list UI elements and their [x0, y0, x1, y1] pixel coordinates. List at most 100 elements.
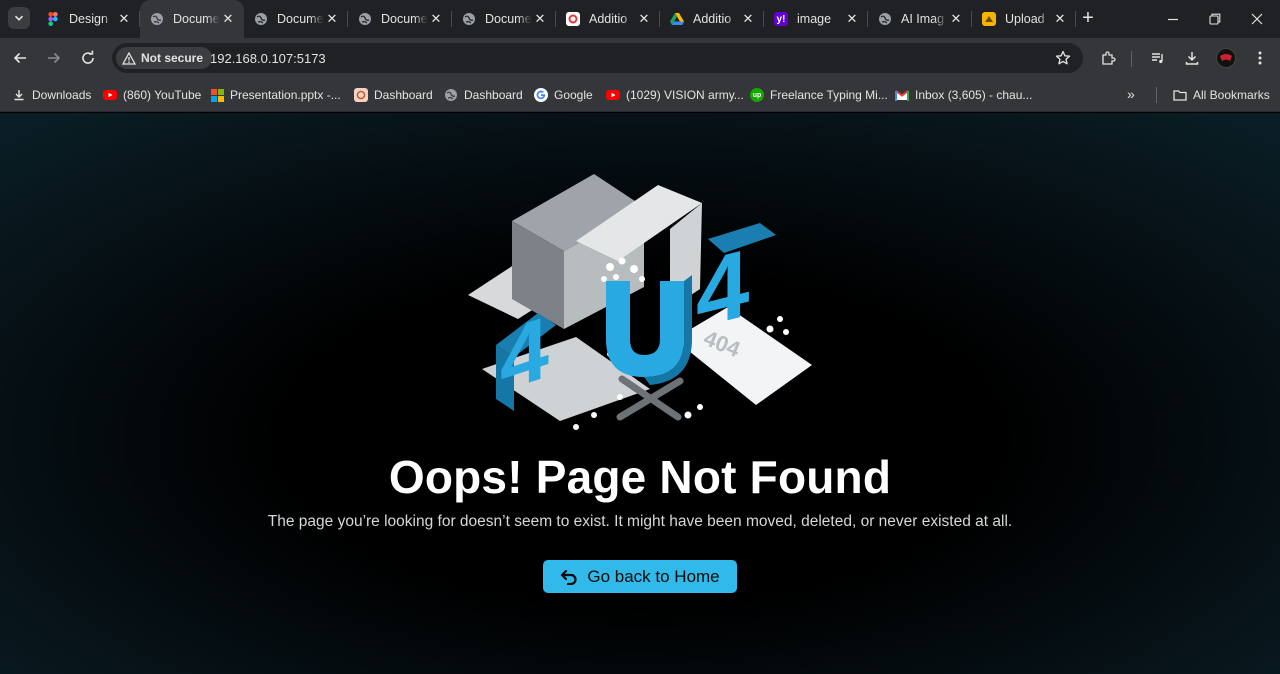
globe-icon [462, 12, 476, 26]
return-arrow-icon [561, 569, 577, 585]
close-icon[interactable]: ✕ [948, 11, 964, 27]
close-icon[interactable]: ✕ [220, 11, 236, 27]
forward-button[interactable] [42, 46, 66, 70]
bookmarks-bar: Downloads (860) YouTube Presentation.ppt… [0, 78, 1280, 112]
bookmark-google[interactable]: Google [534, 86, 593, 104]
digit-4-left-text: 4 [500, 297, 549, 411]
bookmark-freelance[interactable]: up Freelance Typing Mi... [750, 86, 888, 104]
address-bar[interactable]: Not secure 192.168.0.107:5173 [112, 43, 1083, 73]
bookmark-star-button[interactable] [1055, 50, 1071, 71]
tab-document[interactable]: Document ✕ [348, 0, 452, 38]
bookmark-vision-army[interactable]: (1029) VISION army... [606, 86, 744, 104]
tab-separator [1075, 11, 1076, 27]
new-tab-button[interactable]: + [1078, 8, 1098, 28]
dashboard-app-icon [354, 88, 368, 102]
reload-icon [82, 50, 94, 64]
all-bookmarks-label: All Bookmarks [1193, 88, 1270, 102]
tab-image-yahoo[interactable]: y! image ✕ [764, 0, 868, 38]
tab-title: Document [381, 12, 428, 26]
bookmark-dashboard[interactable]: Dashboard [444, 86, 523, 104]
more-vertical-icon [1258, 51, 1262, 65]
close-icon[interactable]: ✕ [1052, 11, 1068, 27]
tab-title: Document [173, 12, 220, 26]
tab-title: AI Imag [901, 12, 945, 26]
restore-button[interactable] [1194, 0, 1236, 38]
tab-ai-image[interactable]: AI Imag ✕ [868, 0, 972, 38]
chevron-down-icon [14, 15, 24, 21]
app-icon [566, 12, 580, 26]
close-icon[interactable]: ✕ [844, 11, 860, 27]
bookmarks-overflow-button[interactable]: » [1127, 86, 1135, 102]
puzzle-icon [1102, 51, 1116, 65]
security-label: Not secure [141, 51, 204, 65]
toolbar-divider [1131, 51, 1132, 67]
close-icon[interactable]: ✕ [740, 11, 756, 27]
bookmark-youtube[interactable]: (860) YouTube [103, 86, 201, 104]
playlist-icon [1152, 53, 1163, 64]
bookmark-label: (860) YouTube [123, 88, 202, 102]
bookmark-label: Presentation.pptx -... [230, 88, 341, 102]
download-icon [12, 88, 26, 102]
media-controls-button[interactable] [1148, 48, 1168, 68]
tab-title: Additio [589, 12, 628, 26]
extensions-button[interactable] [1098, 48, 1118, 68]
tab-title: image [797, 12, 832, 26]
downloads-button[interactable] [1182, 48, 1202, 68]
star-icon [1055, 50, 1071, 65]
tab-document-active[interactable]: Document ✕ [140, 0, 244, 38]
tab-strip: Design ✕ Document ✕ Document ✕ Document … [0, 0, 1280, 38]
page-subtitle: The page you’re looking for doesn’t seem… [267, 513, 1013, 530]
globe-icon [254, 12, 268, 26]
all-bookmarks-button[interactable]: All Bookmarks [1173, 86, 1270, 104]
close-icon[interactable]: ✕ [636, 11, 652, 27]
yahoo-icon: y! [774, 12, 788, 26]
tab-document[interactable]: Document ✕ [452, 0, 556, 38]
folder-icon [1173, 88, 1187, 102]
bookmark-presentation[interactable]: Presentation.pptx -... [210, 86, 341, 104]
tab-search-button[interactable] [8, 7, 30, 29]
figma-icon [46, 12, 60, 26]
warning-icon [122, 51, 136, 65]
close-icon[interactable]: ✕ [428, 11, 444, 27]
tab-title: Additio [693, 12, 732, 26]
browser-menu-button[interactable] [1250, 48, 1270, 68]
tab-upload[interactable]: Upload ✕ [972, 0, 1076, 38]
minimize-button[interactable] [1152, 0, 1194, 38]
bookmark-label: Downloads [32, 88, 92, 102]
minimize-icon [1168, 18, 1178, 21]
close-icon[interactable]: ✕ [532, 11, 548, 27]
bookmark-dashboard-app[interactable]: Dashboard [354, 86, 433, 104]
bookmark-downloads[interactable]: Downloads [12, 86, 91, 104]
tab-title: Design [69, 12, 108, 26]
bookmark-inbox[interactable]: Inbox (3,605) - chau... [895, 86, 1032, 104]
bookmark-label: Dashboard [464, 88, 523, 102]
tab-document[interactable]: Document ✕ [244, 0, 348, 38]
tab-title: Document [485, 12, 532, 26]
upwork-icon: up [750, 88, 764, 102]
bookmark-label: Freelance Typing Mi... [770, 88, 888, 102]
not-found-page: 404 4 0 4 Oops! Page Not Found The page … [0, 113, 1280, 674]
url-text: 192.168.0.107:5173 [210, 51, 326, 66]
tab-additio[interactable]: Additio ✕ [556, 0, 660, 38]
reload-button[interactable] [76, 46, 100, 70]
google-icon [534, 88, 548, 102]
close-icon[interactable]: ✕ [324, 11, 340, 27]
youtube-icon [606, 88, 620, 102]
close-window-button[interactable] [1236, 0, 1278, 38]
security-indicator[interactable]: Not secure [116, 47, 213, 69]
gmail-icon [895, 88, 909, 102]
profile-avatar[interactable] [1216, 48, 1236, 68]
bookmark-label: (1029) VISION army... [626, 88, 744, 102]
go-home-button[interactable]: Go back to Home [543, 560, 737, 593]
digit-4-right: 4 [696, 223, 776, 349]
restore-icon [1209, 13, 1221, 25]
globe-icon [878, 12, 892, 26]
bookmark-label: Google [554, 88, 593, 102]
close-icon[interactable]: ✕ [116, 11, 132, 27]
back-button[interactable] [8, 46, 32, 70]
download-icon [1185, 52, 1199, 65]
tab-additio-drive[interactable]: Additio ✕ [660, 0, 764, 38]
digit-4-right-text: 4 [696, 228, 749, 349]
tab-design[interactable]: Design ✕ [36, 0, 140, 38]
upload-app-icon [982, 12, 996, 26]
